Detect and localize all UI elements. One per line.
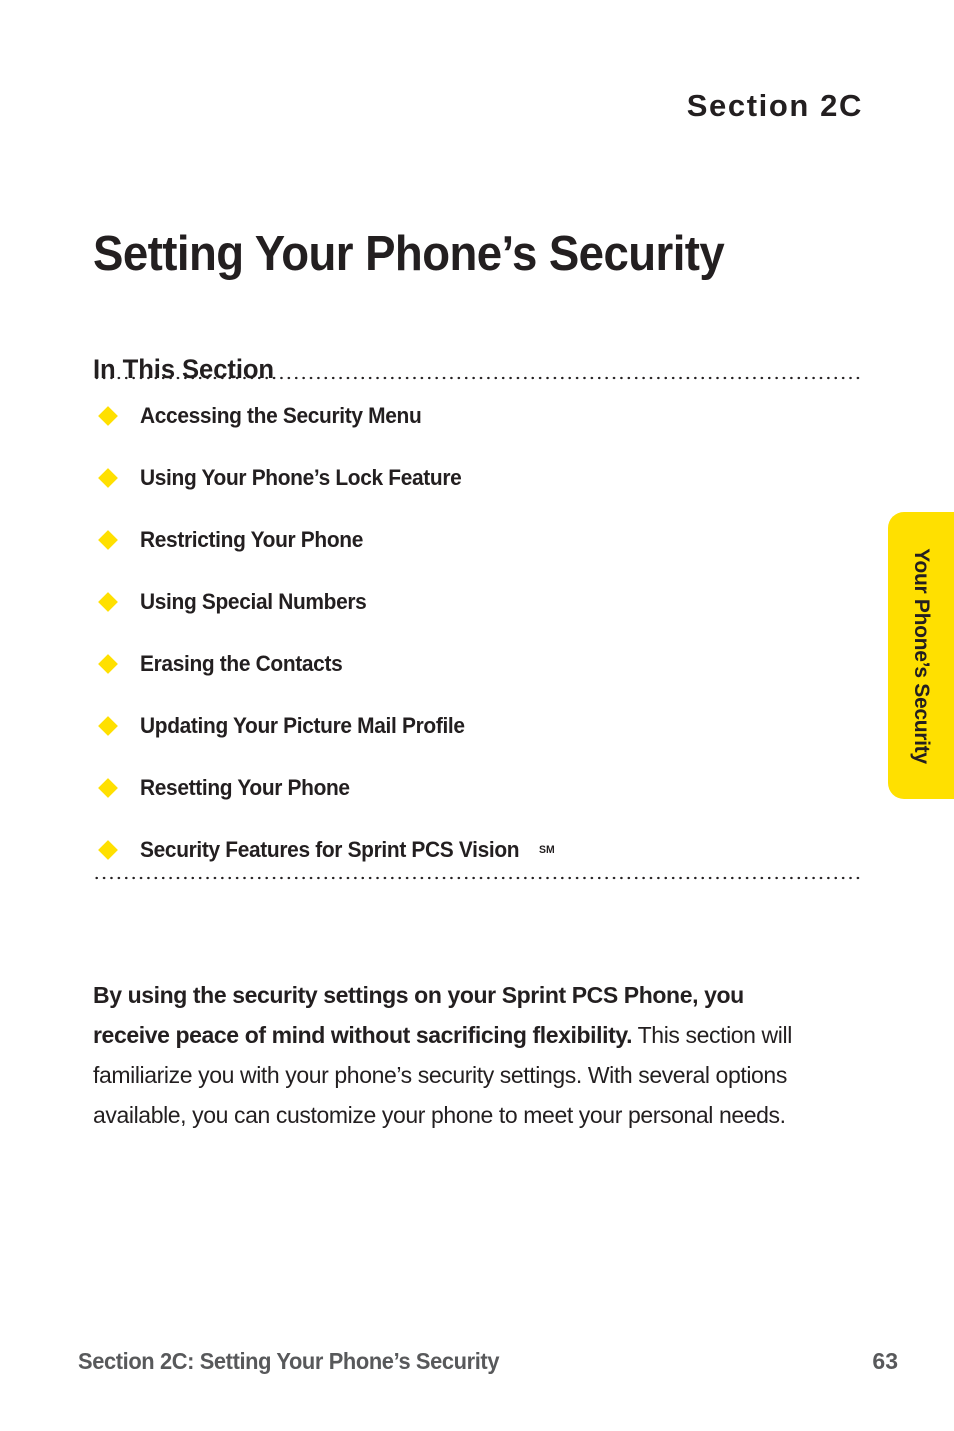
list-item-label: Updating Your Picture Mail Profile (140, 713, 465, 738)
list-item-label: Using Your Phone’s Lock Feature (140, 465, 462, 490)
list-item[interactable]: Restricting Your Phone (93, 524, 873, 586)
list-item[interactable]: Using Special Numbers (93, 586, 873, 648)
diamond-bullet-icon (98, 530, 118, 550)
intro-paragraph: By using the security settings on your S… (93, 975, 813, 1135)
side-tab-label: Your Phone’s Security (910, 547, 933, 764)
diamond-bullet-icon (98, 716, 118, 736)
diamond-bullet-icon (98, 778, 118, 798)
in-this-section-list: Accessing the Security Menu Using Your Ph… (93, 400, 873, 896)
footer-page-number: 63 (872, 1348, 898, 1374)
list-item-label: Erasing the Contacts (140, 651, 343, 676)
diamond-bullet-icon (98, 654, 118, 674)
diamond-bullet-icon (98, 592, 118, 612)
page-title: Setting Your Phone’s Security (93, 226, 725, 281)
dotted-rule-bottom (93, 876, 863, 880)
manual-page: Section 2C Setting Your Phone’s Security… (0, 0, 954, 1431)
list-item-label: Security Features for Sprint PCS Vision (140, 837, 520, 862)
list-item[interactable]: Security Features for Sprint PCS Vision S… (93, 834, 873, 896)
list-item[interactable]: Accessing the Security Menu (93, 400, 873, 462)
list-item-label: Accessing the Security Menu (140, 403, 422, 428)
section-eyebrow: Section 2C (686, 88, 863, 123)
list-item-label: Restricting Your Phone (140, 527, 364, 552)
diamond-bullet-icon (98, 468, 118, 488)
list-item[interactable]: Updating Your Picture Mail Profile (93, 710, 873, 772)
dotted-rule-top (93, 376, 863, 380)
diamond-bullet-icon (98, 406, 118, 426)
list-item-label: Resetting Your Phone (140, 775, 350, 800)
list-item[interactable]: Resetting Your Phone (93, 772, 873, 834)
side-tab-your-phones-security[interactable]: Your Phone’s Security (888, 512, 954, 799)
in-this-section-heading: In This Section (93, 354, 275, 385)
list-item[interactable]: Erasing the Contacts (93, 648, 873, 710)
diamond-bullet-icon (98, 840, 118, 860)
service-mark-superscript: SM (539, 834, 555, 872)
list-item-label: Using Special Numbers (140, 589, 367, 614)
service-mark-text: SM (539, 844, 555, 856)
list-item[interactable]: Using Your Phone’s Lock Feature (93, 462, 873, 524)
